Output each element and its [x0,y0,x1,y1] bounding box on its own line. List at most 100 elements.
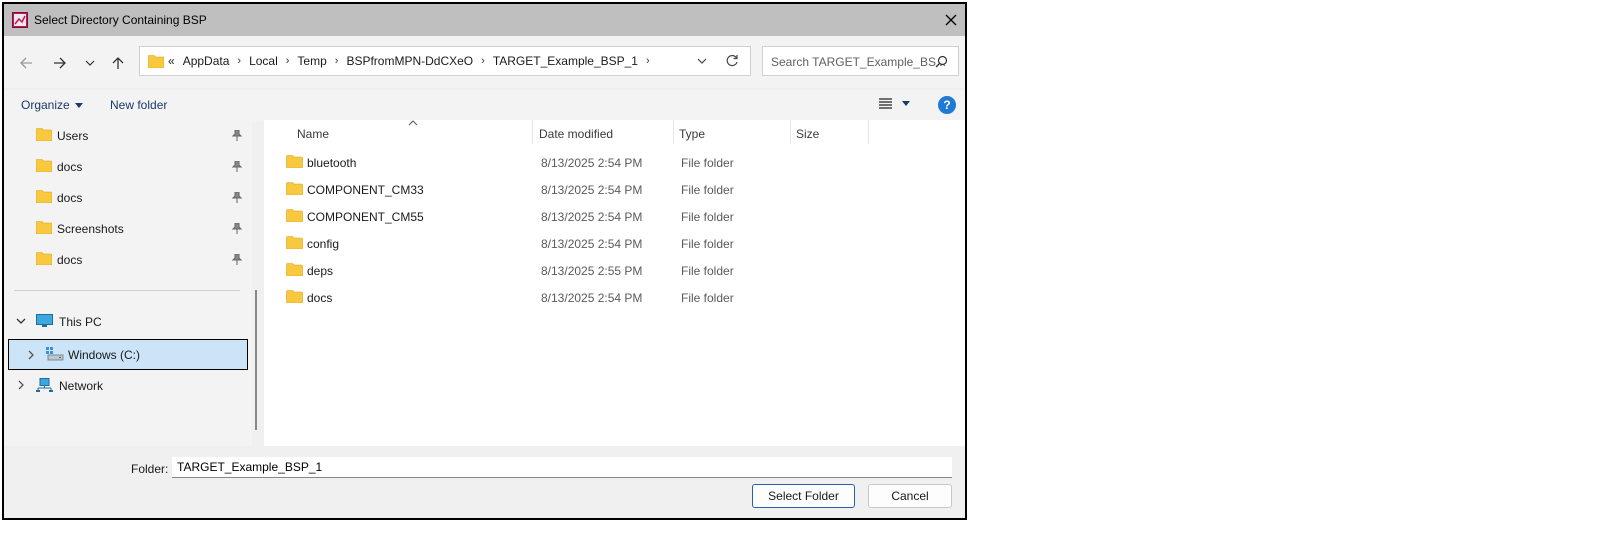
column-header-name[interactable]: Name [297,127,329,141]
file-type: File folder [681,264,734,278]
breadcrumb-local[interactable]: Local [249,54,278,68]
folder-icon [286,236,303,249]
arrow-left-icon [20,57,32,69]
chevron-down-icon [85,60,95,66]
column-header-size[interactable]: Size [796,127,819,141]
breadcrumb-target[interactable]: TARGET_Example_BSP_1 [493,54,638,68]
breadcrumb-overflow[interactable]: « [168,54,175,68]
chevron-right-icon[interactable] [16,380,26,390]
address-bar[interactable]: « AppData › Local › Temp › BSPfromMPN-Dd… [139,46,751,76]
folder-icon [36,252,52,265]
forward-button[interactable] [51,54,69,72]
help-button[interactable]: ? [938,96,956,114]
organize-button[interactable]: Organize [21,98,83,112]
sidebar-item-docs[interactable]: docs [4,184,248,212]
folder-icon [286,155,303,168]
sidebar-item-docs[interactable]: docs [4,246,248,274]
file-type: File folder [681,237,734,251]
file-type: File folder [681,210,734,224]
file-type: File folder [681,183,734,197]
search-box[interactable]: Search TARGET_Example_BS... [762,46,959,76]
caret-down-icon [902,101,910,106]
table-row[interactable]: bluetooth 8/13/2025 2:54 PM File folder [282,150,962,177]
file-list: Name Date modified Type Size bluetooth 8… [264,120,965,446]
breadcrumb-appdata[interactable]: AppData [183,54,230,68]
new-folder-button[interactable]: New folder [110,98,167,112]
file-name: config [307,237,340,251]
folder-icon [286,182,303,195]
select-folder-button[interactable]: Select Folder [752,484,855,508]
folder-icon [36,159,52,172]
help-icon: ? [943,98,951,112]
search-input[interactable]: Search TARGET_Example_BS... [771,55,946,69]
pin-icon [232,161,242,172]
sidebar-item-this-pc[interactable]: This PC [4,308,248,336]
sidebar-item-label: Screenshots [57,222,124,236]
table-row[interactable]: config 8/13/2025 2:54 PM File folder [282,231,962,258]
file-name: bluetooth [307,156,357,170]
breadcrumb-separator[interactable]: › [237,55,241,67]
chevron-right-icon[interactable] [26,350,36,360]
folder-icon [286,290,303,303]
list-view-icon [879,98,892,109]
table-row[interactable]: COMPONENT_CM33 8/13/2025 2:54 PM File fo… [282,177,962,204]
folder-icon [286,209,303,222]
column-divider[interactable] [532,120,533,144]
file-name: COMPONENT_CM33 [307,183,424,197]
sort-ascending-icon [408,120,418,126]
folder-icon [36,190,52,203]
breadcrumb-bspfrommpn[interactable]: BSPfromMPN-DdCXeO [346,54,473,68]
cancel-button[interactable]: Cancel [868,484,952,508]
folder-name-input[interactable] [172,457,952,478]
sidebar-item-label: Network [59,379,104,393]
column-divider[interactable] [868,120,869,144]
file-name: docs [307,291,333,305]
folder-icon [36,221,52,234]
close-icon [945,14,957,26]
view-options-button[interactable] [879,98,910,109]
sidebar-item-users[interactable]: Users [4,122,248,150]
command-bar: Organize New folder ? [4,90,965,122]
sidebar-divider [14,290,240,291]
arrow-up-icon [112,57,124,69]
caret-down-icon [74,102,83,108]
column-header-date-modified[interactable]: Date modified [539,127,613,141]
breadcrumb-separator[interactable]: › [335,55,339,67]
breadcrumb-temp[interactable]: Temp [297,54,326,68]
table-row[interactable]: docs 8/13/2025 2:54 PM File folder [282,285,962,312]
file-date: 8/13/2025 2:54 PM [541,156,643,170]
sidebar-item-label: Users [57,129,89,143]
file-name: deps [307,264,334,278]
sidebar-item-label: docs [57,253,83,267]
breadcrumb-separator[interactable]: › [481,55,485,67]
file-date: 8/13/2025 2:54 PM [541,183,643,197]
back-button[interactable] [17,54,35,72]
breadcrumb-separator[interactable]: › [286,55,290,67]
organize-label: Organize [21,98,70,112]
breadcrumb-separator[interactable]: › [646,55,650,67]
folder-icon [36,128,52,141]
column-header-type[interactable]: Type [679,127,705,141]
sidebar-item-label: This PC [59,315,102,329]
sidebar-item-windows-c[interactable]: Windows (C:) [8,339,248,370]
chevron-down-icon[interactable] [16,316,26,326]
sidebar-item-screenshots[interactable]: Screenshots [4,215,248,243]
file-date: 8/13/2025 2:54 PM [541,210,643,224]
refresh-icon[interactable] [725,54,739,68]
drive-icon [46,347,64,361]
dialog-footer: Folder: Select Folder Cancel [4,446,965,518]
recent-locations-button[interactable] [81,54,99,72]
sidebar-scrollbar[interactable] [255,290,257,430]
table-row[interactable]: deps 8/13/2025 2:55 PM File folder [282,258,962,285]
file-date: 8/13/2025 2:54 PM [541,291,643,305]
column-divider[interactable] [673,120,674,144]
sidebar-item-network[interactable]: Network [4,372,248,400]
up-button[interactable] [109,54,127,72]
sidebar-item-docs[interactable]: docs [4,153,248,181]
close-button[interactable] [937,4,965,36]
pin-icon [232,130,242,141]
app-icon [12,12,28,28]
table-row[interactable]: COMPONENT_CM55 8/13/2025 2:54 PM File fo… [282,204,962,231]
column-divider[interactable] [790,120,791,144]
address-dropdown-icon[interactable] [695,54,709,68]
